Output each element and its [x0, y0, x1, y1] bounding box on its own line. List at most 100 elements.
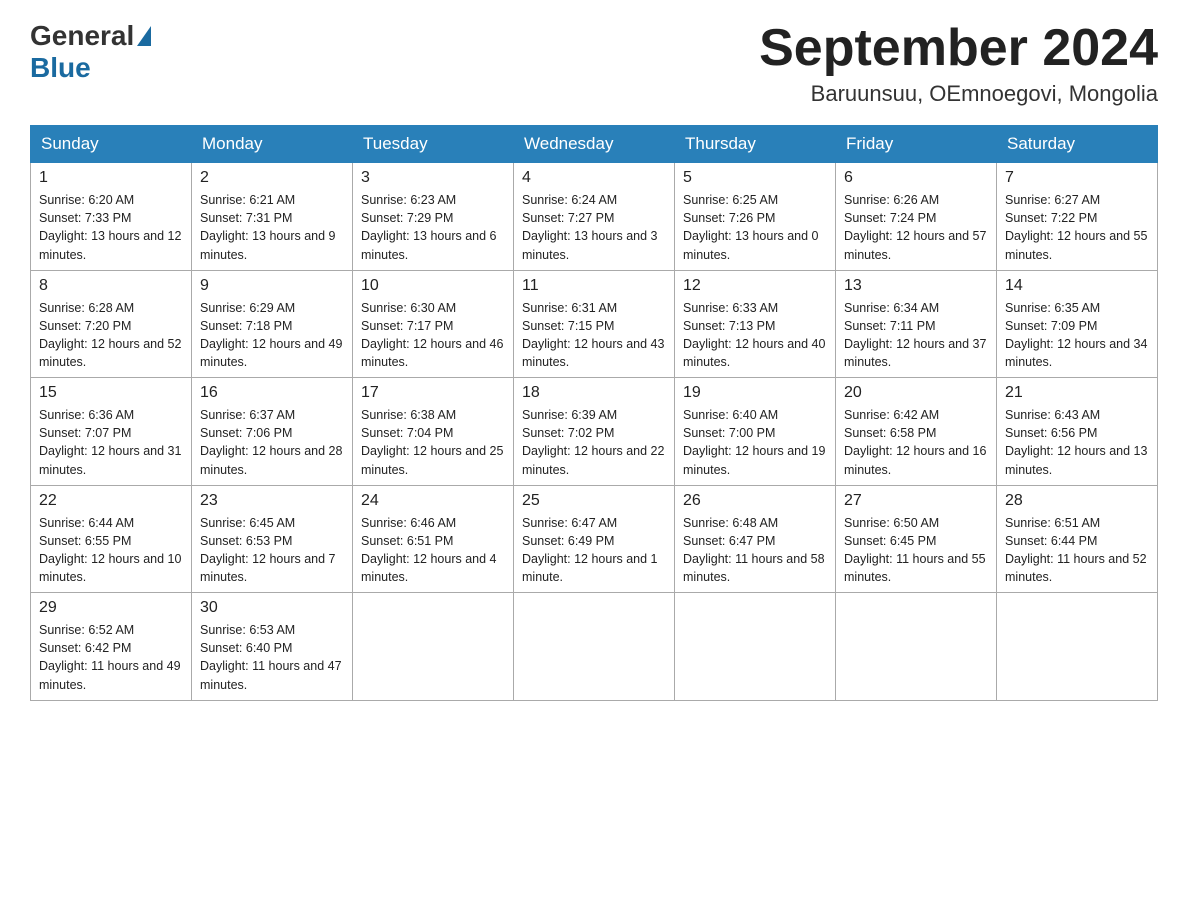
location-text: Baruunsuu, OEmnoegovi, Mongolia [759, 81, 1158, 107]
day-number: 25 [522, 492, 666, 510]
day-info: Sunrise: 6:21 AMSunset: 7:31 PMDaylight:… [200, 191, 344, 264]
day-number: 9 [200, 277, 344, 295]
day-info: Sunrise: 6:47 AMSunset: 6:49 PMDaylight:… [522, 514, 666, 587]
calendar-cell: 3 Sunrise: 6:23 AMSunset: 7:29 PMDaylight… [353, 163, 514, 271]
day-info: Sunrise: 6:27 AMSunset: 7:22 PMDaylight:… [1005, 191, 1149, 264]
day-info: Sunrise: 6:30 AMSunset: 7:17 PMDaylight:… [361, 299, 505, 372]
column-header-wednesday: Wednesday [514, 126, 675, 163]
day-number: 8 [39, 277, 183, 295]
calendar-cell: 13 Sunrise: 6:34 AMSunset: 7:11 PMDayligh… [836, 270, 997, 378]
day-number: 21 [1005, 384, 1149, 402]
day-info: Sunrise: 6:20 AMSunset: 7:33 PMDaylight:… [39, 191, 183, 264]
title-area: September 2024 Baruunsuu, OEmnoegovi, Mo… [759, 20, 1158, 107]
day-info: Sunrise: 6:35 AMSunset: 7:09 PMDaylight:… [1005, 299, 1149, 372]
calendar-cell: 22 Sunrise: 6:44 AMSunset: 6:55 PMDayligh… [31, 485, 192, 593]
calendar-cell: 1 Sunrise: 6:20 AMSunset: 7:33 PMDaylight… [31, 163, 192, 271]
day-info: Sunrise: 6:50 AMSunset: 6:45 PMDaylight:… [844, 514, 988, 587]
day-number: 24 [361, 492, 505, 510]
day-info: Sunrise: 6:25 AMSunset: 7:26 PMDaylight:… [683, 191, 827, 264]
day-number: 13 [844, 277, 988, 295]
day-info: Sunrise: 6:51 AMSunset: 6:44 PMDaylight:… [1005, 514, 1149, 587]
day-number: 18 [522, 384, 666, 402]
day-number: 5 [683, 169, 827, 187]
calendar-cell: 23 Sunrise: 6:45 AMSunset: 6:53 PMDayligh… [192, 485, 353, 593]
day-number: 10 [361, 277, 505, 295]
day-number: 7 [1005, 169, 1149, 187]
month-title: September 2024 [759, 20, 1158, 77]
day-number: 14 [1005, 277, 1149, 295]
day-number: 16 [200, 384, 344, 402]
column-header-monday: Monday [192, 126, 353, 163]
day-info: Sunrise: 6:23 AMSunset: 7:29 PMDaylight:… [361, 191, 505, 264]
calendar-cell [514, 593, 675, 701]
column-header-thursday: Thursday [675, 126, 836, 163]
calendar-cell: 15 Sunrise: 6:36 AMSunset: 7:07 PMDayligh… [31, 378, 192, 486]
day-info: Sunrise: 6:39 AMSunset: 7:02 PMDaylight:… [522, 406, 666, 479]
day-info: Sunrise: 6:45 AMSunset: 6:53 PMDaylight:… [200, 514, 344, 587]
day-number: 29 [39, 599, 183, 617]
day-number: 2 [200, 169, 344, 187]
calendar-week-row: 29 Sunrise: 6:52 AMSunset: 6:42 PMDayligh… [31, 593, 1158, 701]
day-info: Sunrise: 6:43 AMSunset: 6:56 PMDaylight:… [1005, 406, 1149, 479]
calendar-week-row: 1 Sunrise: 6:20 AMSunset: 7:33 PMDaylight… [31, 163, 1158, 271]
calendar-cell: 24 Sunrise: 6:46 AMSunset: 6:51 PMDayligh… [353, 485, 514, 593]
day-number: 22 [39, 492, 183, 510]
day-info: Sunrise: 6:48 AMSunset: 6:47 PMDaylight:… [683, 514, 827, 587]
day-number: 11 [522, 277, 666, 295]
calendar-week-row: 15 Sunrise: 6:36 AMSunset: 7:07 PMDayligh… [31, 378, 1158, 486]
calendar-cell: 16Sunrise: 6:37 AMSunset: 7:06 PMDayligh… [192, 378, 353, 486]
day-info: Sunrise: 6:38 AMSunset: 7:04 PMDaylight:… [361, 406, 505, 479]
calendar-cell: 18 Sunrise: 6:39 AMSunset: 7:02 PMDayligh… [514, 378, 675, 486]
day-info: Sunrise: 6:31 AMSunset: 7:15 PMDaylight:… [522, 299, 666, 372]
day-number: 20 [844, 384, 988, 402]
column-header-tuesday: Tuesday [353, 126, 514, 163]
day-info: Sunrise: 6:29 AMSunset: 7:18 PMDaylight:… [200, 299, 344, 372]
calendar-cell: 11 Sunrise: 6:31 AMSunset: 7:15 PMDayligh… [514, 270, 675, 378]
day-info: Sunrise: 6:46 AMSunset: 6:51 PMDaylight:… [361, 514, 505, 587]
logo-triangle-icon [137, 26, 151, 46]
day-number: 30 [200, 599, 344, 617]
day-number: 15 [39, 384, 183, 402]
calendar-cell: 2 Sunrise: 6:21 AMSunset: 7:31 PMDaylight… [192, 163, 353, 271]
day-number: 26 [683, 492, 827, 510]
calendar-cell: 9 Sunrise: 6:29 AMSunset: 7:18 PMDaylight… [192, 270, 353, 378]
calendar-cell: 8Sunrise: 6:28 AMSunset: 7:20 PMDaylight… [31, 270, 192, 378]
calendar-cell: 27 Sunrise: 6:50 AMSunset: 6:45 PMDayligh… [836, 485, 997, 593]
day-number: 27 [844, 492, 988, 510]
calendar-cell: 10 Sunrise: 6:30 AMSunset: 7:17 PMDayligh… [353, 270, 514, 378]
column-header-sunday: Sunday [31, 126, 192, 163]
calendar-cell [675, 593, 836, 701]
calendar-cell: 6Sunrise: 6:26 AMSunset: 7:24 PMDaylight… [836, 163, 997, 271]
page-header: General Blue September 2024 Baruunsuu, O… [30, 20, 1158, 107]
calendar-header-row: SundayMondayTuesdayWednesdayThursdayFrid… [31, 126, 1158, 163]
day-info: Sunrise: 6:53 AMSunset: 6:40 PMDaylight:… [200, 621, 344, 694]
calendar-cell: 20 Sunrise: 6:42 AMSunset: 6:58 PMDayligh… [836, 378, 997, 486]
day-number: 4 [522, 169, 666, 187]
calendar-cell: 12Sunrise: 6:33 AMSunset: 7:13 PMDayligh… [675, 270, 836, 378]
day-info: Sunrise: 6:26 AMSunset: 7:24 PMDaylight:… [844, 191, 988, 264]
day-number: 1 [39, 169, 183, 187]
day-info: Sunrise: 6:34 AMSunset: 7:11 PMDaylight:… [844, 299, 988, 372]
column-header-friday: Friday [836, 126, 997, 163]
day-info: Sunrise: 6:24 AMSunset: 7:27 PMDaylight:… [522, 191, 666, 264]
calendar-cell: 28 Sunrise: 6:51 AMSunset: 6:44 PMDayligh… [997, 485, 1158, 593]
calendar-cell: 30 Sunrise: 6:53 AMSunset: 6:40 PMDayligh… [192, 593, 353, 701]
calendar-table: SundayMondayTuesdayWednesdayThursdayFrid… [30, 125, 1158, 701]
calendar-cell: 4 Sunrise: 6:24 AMSunset: 7:27 PMDaylight… [514, 163, 675, 271]
day-number: 23 [200, 492, 344, 510]
day-number: 17 [361, 384, 505, 402]
calendar-cell: 7 Sunrise: 6:27 AMSunset: 7:22 PMDaylight… [997, 163, 1158, 271]
calendar-cell: 14 Sunrise: 6:35 AMSunset: 7:09 PMDayligh… [997, 270, 1158, 378]
day-info: Sunrise: 6:40 AMSunset: 7:00 PMDaylight:… [683, 406, 827, 479]
day-info: Sunrise: 6:36 AMSunset: 7:07 PMDaylight:… [39, 406, 183, 479]
day-info: Sunrise: 6:44 AMSunset: 6:55 PMDaylight:… [39, 514, 183, 587]
logo: General Blue [30, 20, 154, 84]
day-info: Sunrise: 6:42 AMSunset: 6:58 PMDaylight:… [844, 406, 988, 479]
day-number: 28 [1005, 492, 1149, 510]
day-number: 3 [361, 169, 505, 187]
day-number: 19 [683, 384, 827, 402]
calendar-cell: 21 Sunrise: 6:43 AMSunset: 6:56 PMDayligh… [997, 378, 1158, 486]
day-number: 12 [683, 277, 827, 295]
calendar-week-row: 22 Sunrise: 6:44 AMSunset: 6:55 PMDayligh… [31, 485, 1158, 593]
day-info: Sunrise: 6:52 AMSunset: 6:42 PMDaylight:… [39, 621, 183, 694]
